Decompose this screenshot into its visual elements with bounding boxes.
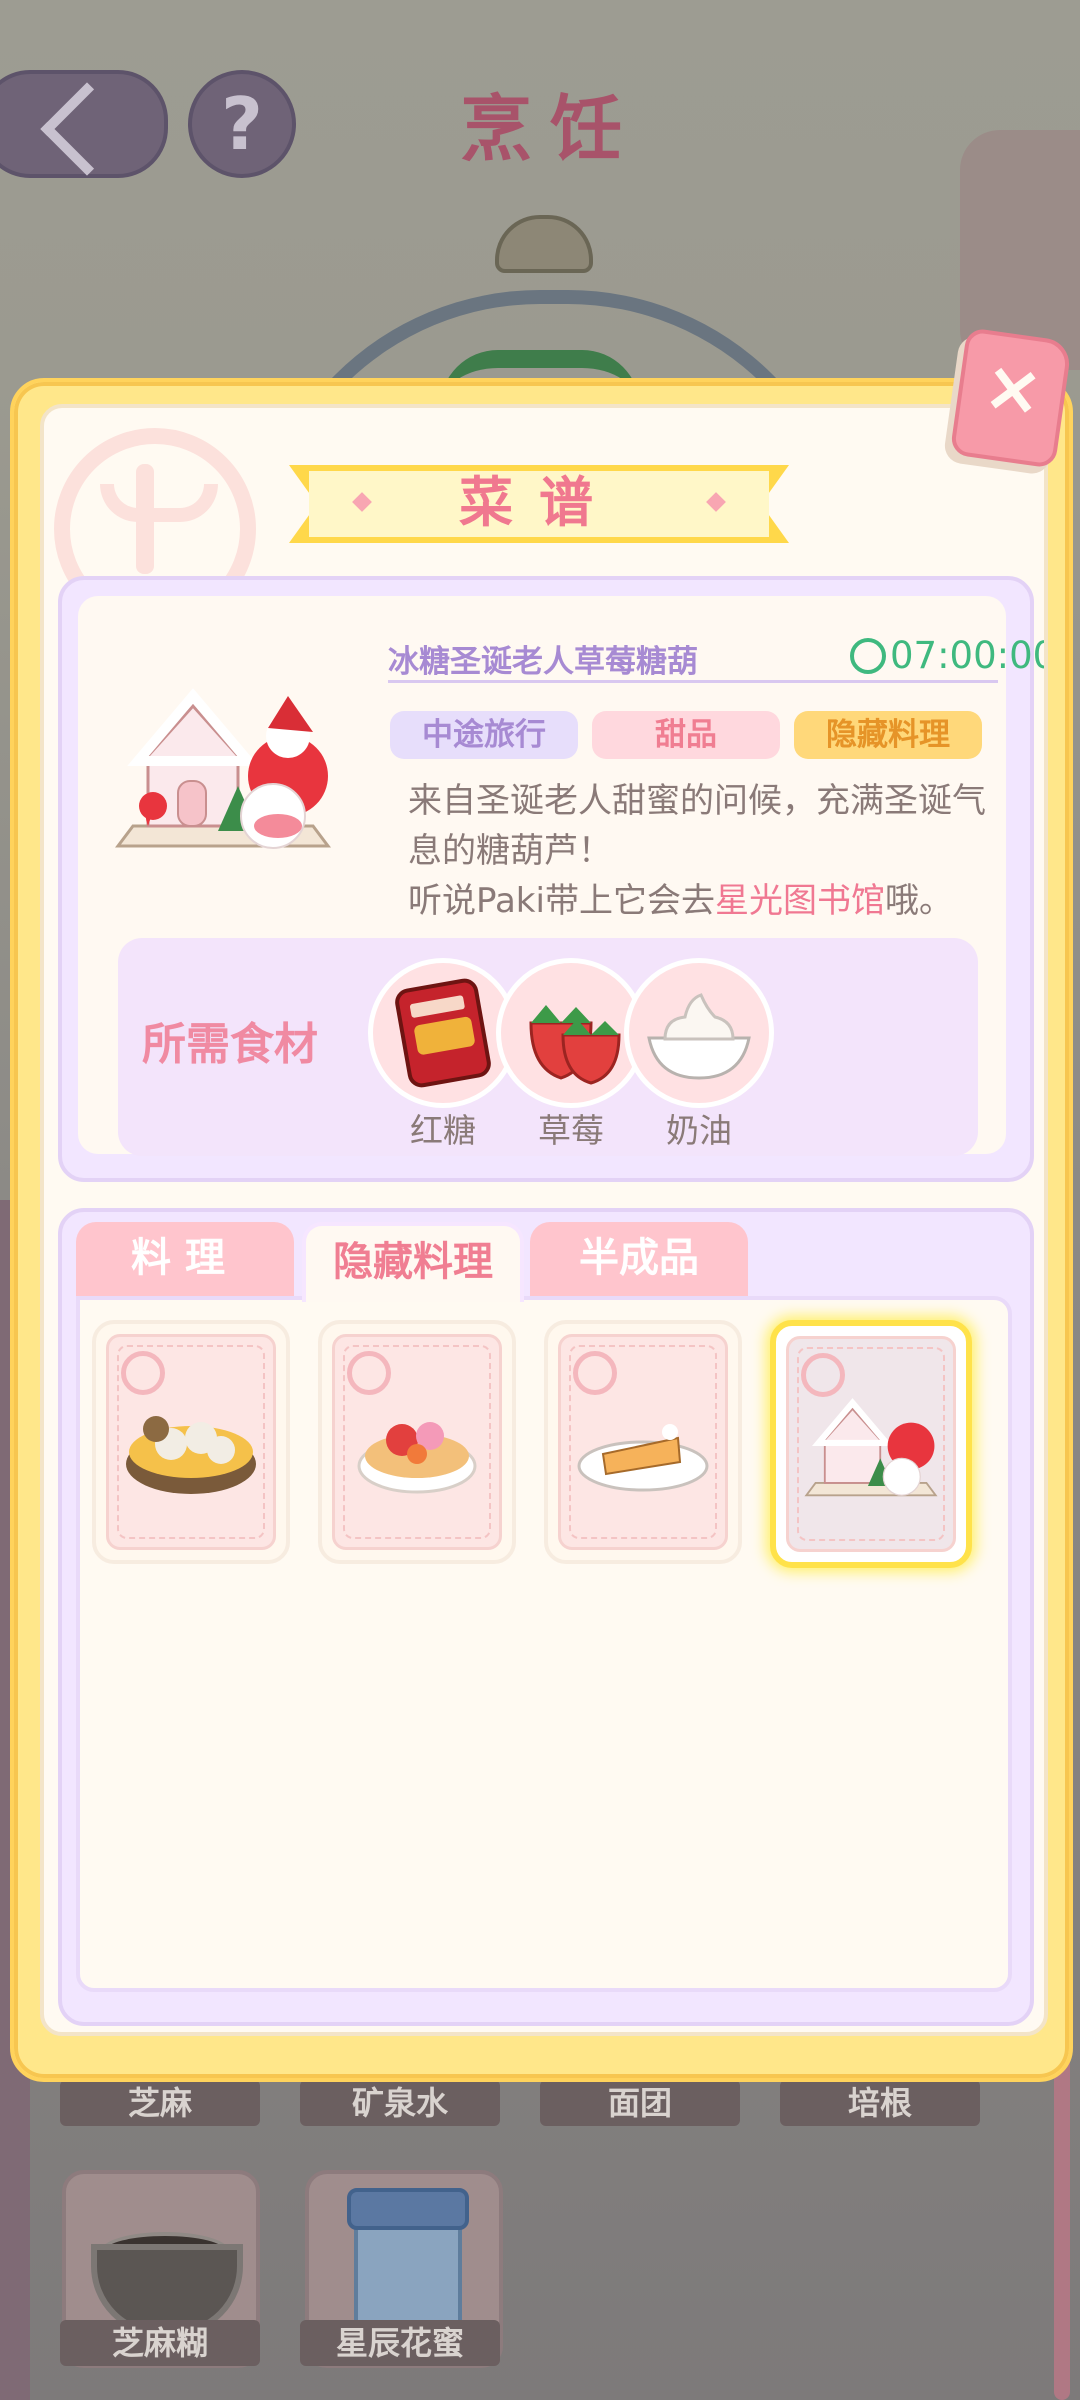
- back-button[interactable]: [0, 70, 168, 178]
- ingredient-cream[interactable]: 奶油: [624, 958, 784, 1152]
- brown-sugar-icon: [395, 978, 491, 1088]
- ingredient-name: 奶油: [666, 1111, 732, 1150]
- recipe-card[interactable]: [318, 1320, 516, 1564]
- pot-lid-icon: [495, 215, 593, 273]
- recipe-description: 来自圣诞老人甜蜜的问候，充满圣诞气息的糖葫芦！ 听说Paki带上它会去星光图书馆…: [408, 776, 1008, 926]
- ingredients-box: 所需食材 红糖 草莓 奶油: [118, 938, 978, 1156]
- screen-title: 烹饪: [459, 86, 640, 171]
- cream-icon: [647, 993, 751, 1080]
- item-label: 培根: [780, 2080, 980, 2126]
- recipe-grid: [76, 1296, 1012, 1992]
- back-arrow-icon: [40, 82, 134, 176]
- timer-value: 07:00:00: [890, 634, 1048, 677]
- cookie-tart-icon: [126, 1416, 256, 1494]
- recipe-detail: 冰糖圣诞老人草莓糖葫 07:00:00 中途旅行 甜品 隐藏料理 来自圣诞老人甜…: [58, 576, 1044, 1182]
- description-text: 来自圣诞老人甜蜜的问候，充满圣诞气息的糖葫芦！: [408, 781, 986, 871]
- tag-dessert: 甜品: [592, 711, 780, 759]
- title-banner: 菜谱: [289, 461, 789, 547]
- jar-lid: [347, 2188, 469, 2230]
- help-button[interactable]: ?: [188, 70, 296, 178]
- panel-title: 菜谱: [459, 471, 619, 534]
- recipe-card-selected[interactable]: [770, 1320, 972, 1568]
- tab-hidden-dishes[interactable]: 隐藏料理: [302, 1222, 524, 1302]
- location-link: 星光图书馆: [714, 881, 885, 921]
- close-icon: ×: [978, 343, 1049, 433]
- item-label: 芝麻: [60, 2080, 260, 2126]
- strawberry-house-icon: [804, 1398, 938, 1497]
- tag-hidden-dish: 隐藏料理: [794, 711, 982, 759]
- clock-icon: [850, 638, 886, 674]
- item-label: 矿泉水: [300, 2080, 500, 2126]
- divider: [388, 680, 998, 683]
- strawberry-house-icon: [115, 688, 331, 849]
- strawberry-icon: [529, 1005, 621, 1085]
- tag-trip: 中途旅行: [390, 711, 578, 759]
- item-label: 面团: [540, 2080, 740, 2126]
- description-text: 哦。: [884, 881, 953, 921]
- recipe-name: 冰糖圣诞老人草莓糖葫: [388, 644, 698, 680]
- close-button[interactable]: ×: [949, 327, 1073, 469]
- recipe-card[interactable]: [92, 1320, 290, 1564]
- recipe-panel-inner: 菜谱 冰糖圣诞老人草莓糖葫 07:00:00 中途旅行 甜品 隐藏料理 来自圣诞…: [40, 404, 1048, 2036]
- strawberry-pie-icon: [357, 1422, 477, 1494]
- recipe-card[interactable]: [544, 1320, 742, 1564]
- recipe-panel: 菜谱 冰糖圣诞老人草莓糖葫 07:00:00 中途旅行 甜品 隐藏料理 来自圣诞…: [10, 378, 1073, 2082]
- recipe-list-area: 料理 半成品 隐藏料理: [58, 1208, 1034, 2026]
- item-label: 星辰花蜜: [300, 2320, 500, 2366]
- cake-slice-icon: [577, 1424, 709, 1492]
- tab-dishes[interactable]: 料理: [76, 1222, 294, 1298]
- item-label: 芝麻糊: [60, 2320, 260, 2366]
- description-text: 听说Paki带上它会去: [408, 881, 715, 921]
- ingredients-label: 所需食材: [142, 1019, 318, 1070]
- tab-semi-finished[interactable]: 半成品: [530, 1222, 748, 1298]
